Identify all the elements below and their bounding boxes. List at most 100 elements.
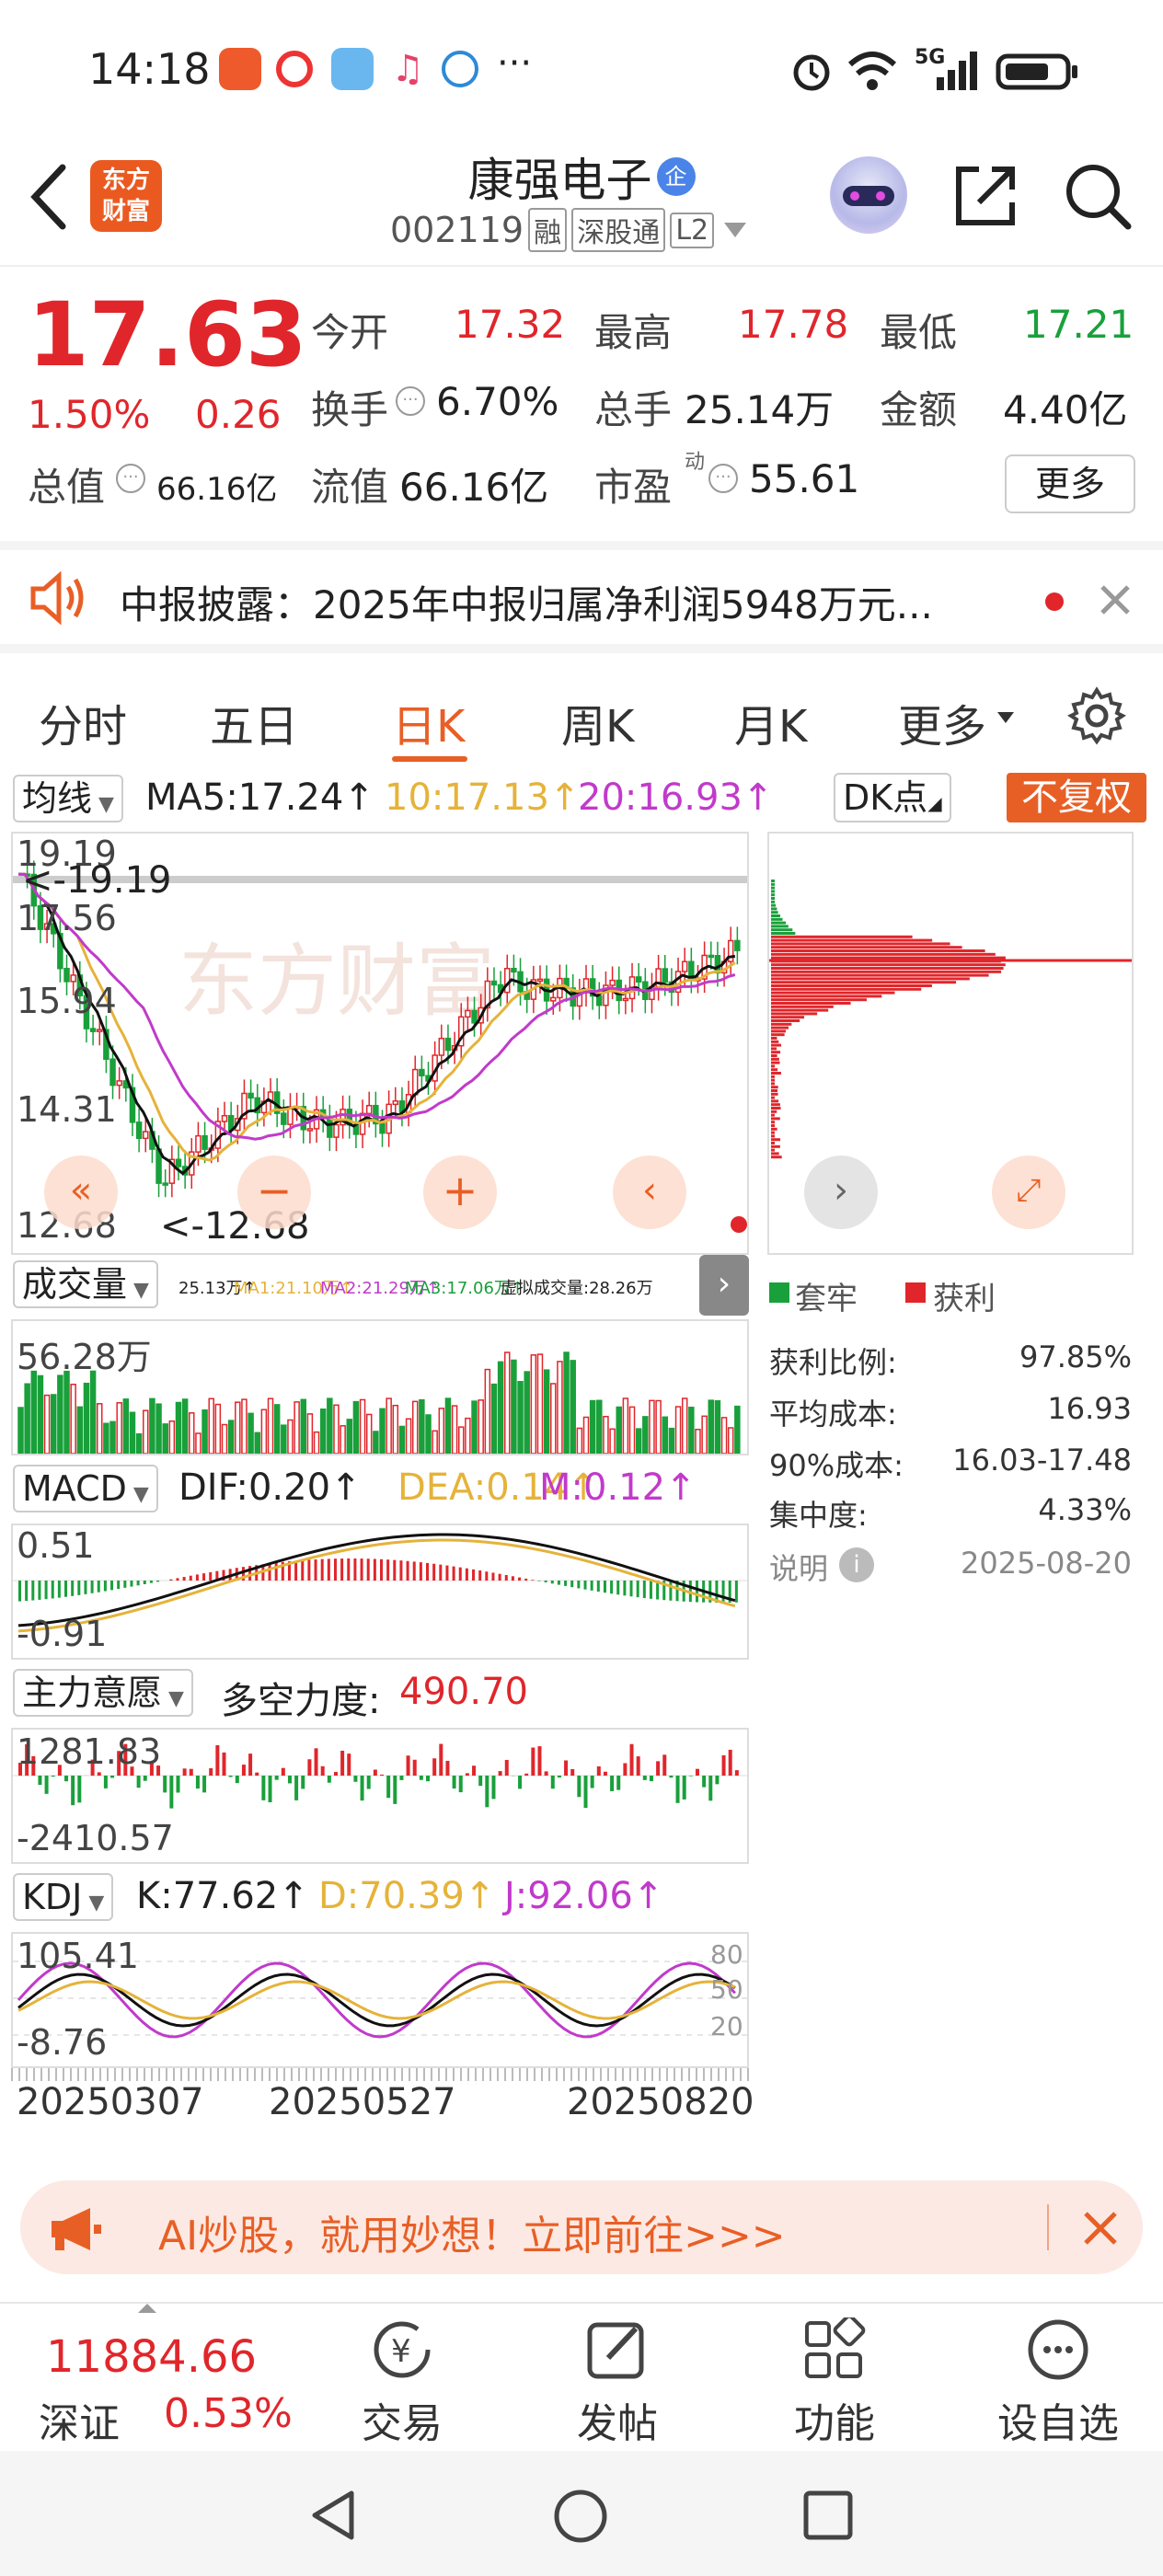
tab-monthly-k[interactable]: 月K bbox=[734, 690, 807, 754]
adjustment-button[interactable]: 不复权 bbox=[1007, 773, 1146, 822]
chip-bar bbox=[771, 1075, 775, 1078]
ai-assistant-avatar[interactable] bbox=[830, 156, 907, 234]
note-label[interactable]: 说明 bbox=[769, 1546, 828, 1588]
trapped-legend-swatch bbox=[769, 1282, 789, 1303]
dropdown-icon[interactable] bbox=[724, 223, 746, 237]
volume-bar bbox=[315, 1432, 319, 1454]
main-force-bar bbox=[340, 1751, 344, 1776]
amount-label: 金额 bbox=[880, 379, 957, 435]
message-notification-icon bbox=[276, 51, 313, 87]
scroll-left-button[interactable]: ‹ bbox=[613, 1156, 686, 1229]
expand-icon[interactable]: ⤢ bbox=[992, 1156, 1065, 1229]
main-force-chart[interactable]: 1281.83 -2410.57 bbox=[11, 1728, 749, 1864]
chip-bar bbox=[771, 1128, 777, 1131]
info-icon[interactable]: ··· bbox=[116, 464, 145, 493]
index-quote[interactable]: 11884.66 深证 0.53% bbox=[9, 2313, 313, 2442]
profit-ratio-label: 获利比例: bbox=[769, 1340, 897, 1382]
chip-bar bbox=[771, 918, 783, 921]
dk-point-button[interactable]: DK点◢ bbox=[834, 773, 951, 822]
volume-bar bbox=[637, 1429, 641, 1454]
volume-bar bbox=[58, 1375, 63, 1454]
chip-bar bbox=[771, 1023, 791, 1026]
main-force-bar bbox=[505, 1760, 509, 1776]
settings-gear-icon[interactable] bbox=[1067, 686, 1126, 745]
macd-histogram-bar bbox=[485, 1571, 488, 1581]
home-circle-icon[interactable] bbox=[552, 2488, 609, 2545]
chip-bar bbox=[771, 1072, 781, 1075]
kline-chart[interactable]: 东方财富 19.19 17.56 15.94 14.31 12.68 <-19.… bbox=[11, 832, 749, 1255]
zoom-in-button[interactable]: + bbox=[423, 1156, 497, 1229]
main-force-bar bbox=[248, 1754, 252, 1776]
tab-intraday[interactable]: 分时 bbox=[39, 690, 127, 754]
info-icon[interactable]: ··· bbox=[708, 464, 738, 493]
chip-bar bbox=[771, 998, 867, 1001]
recents-square-icon[interactable] bbox=[802, 2490, 854, 2541]
more-button[interactable]: 更多 bbox=[1005, 454, 1135, 513]
main-force-bar bbox=[643, 1776, 647, 1780]
main-force-selector[interactable]: 主力意愿 ▼ bbox=[13, 1669, 193, 1717]
zoom-out-button[interactable]: − bbox=[237, 1156, 311, 1229]
tab-five-day[interactable]: 五日 bbox=[210, 690, 298, 754]
candle-body bbox=[196, 1136, 201, 1152]
tab-weekly-k[interactable]: 周K bbox=[561, 690, 634, 754]
volume-bar bbox=[643, 1417, 648, 1454]
candle-body bbox=[98, 1029, 102, 1031]
nav-trade[interactable]: ¥ 交易 bbox=[333, 2315, 471, 2449]
expand-panel-button[interactable]: › bbox=[699, 1255, 749, 1316]
main-force-bar bbox=[616, 1776, 620, 1790]
volume-selector[interactable]: 成交量 ▼ bbox=[13, 1260, 158, 1308]
back-triangle-icon[interactable] bbox=[307, 2488, 359, 2543]
volume-bar bbox=[248, 1413, 253, 1454]
main-force-bar bbox=[545, 1771, 548, 1776]
scroll-left-fast-button[interactable]: « bbox=[44, 1156, 118, 1229]
chip-distribution-chart[interactable]: › ⤢ bbox=[767, 832, 1134, 1255]
macd-selector[interactable]: MACD ▼ bbox=[13, 1465, 158, 1512]
nav-watchlist[interactable]: 设自选 bbox=[985, 2315, 1132, 2449]
collapse-arrow-icon[interactable] bbox=[138, 2304, 156, 2313]
chip-bar bbox=[771, 1054, 777, 1057]
close-icon[interactable] bbox=[1080, 2208, 1121, 2248]
volume-bar bbox=[183, 1399, 188, 1454]
kdj-chart[interactable]: 105.41 -8.76 80 50 20 bbox=[11, 1932, 749, 2068]
main-force-bar bbox=[676, 1776, 680, 1803]
volume-bar bbox=[623, 1398, 628, 1454]
kdj-selector[interactable]: KDJ ▼ bbox=[13, 1873, 113, 1921]
main-force-bar bbox=[98, 1772, 101, 1776]
main-force-bar bbox=[591, 1776, 594, 1788]
search-icon[interactable] bbox=[1062, 160, 1135, 234]
main-force-bar bbox=[137, 1776, 141, 1788]
nav-post[interactable]: 发帖 bbox=[548, 2315, 686, 2449]
main-force-bar bbox=[367, 1776, 371, 1789]
macd-y-top: 0.51 bbox=[17, 1525, 95, 1566]
candle-body bbox=[708, 955, 713, 957]
share-icon[interactable] bbox=[951, 160, 1021, 230]
candle-body bbox=[472, 1010, 477, 1022]
info-icon[interactable]: ··· bbox=[396, 386, 425, 416]
bottom-nav: 11884.66 深证 0.53% ¥ 交易 发帖 功能 设自选 bbox=[0, 2302, 1163, 2449]
volume-bar bbox=[380, 1409, 385, 1454]
volume-chart[interactable]: 56.28万 bbox=[11, 1319, 749, 1455]
latest-dot bbox=[731, 1216, 747, 1233]
wifi-icon bbox=[846, 48, 898, 92]
chip-bar bbox=[771, 883, 775, 886]
info-icon[interactable]: i bbox=[839, 1547, 874, 1582]
macd-histogram-bar bbox=[71, 1581, 74, 1596]
y-label-4: 14.31 bbox=[17, 1089, 117, 1130]
notice-bar[interactable]: 中报披露：2025年中报归属净利润5948万元... bbox=[0, 541, 1163, 644]
open-value: 17.32 bbox=[455, 302, 565, 347]
ma-selector[interactable]: 均线 ▼ bbox=[13, 775, 123, 822]
chip-next-button[interactable]: › bbox=[804, 1156, 878, 1229]
volume-bar bbox=[420, 1400, 424, 1454]
close-icon[interactable] bbox=[1097, 581, 1134, 618]
tab-daily-k[interactable]: 日K bbox=[392, 690, 465, 754]
main-force-bar bbox=[722, 1755, 726, 1776]
tab-more[interactable]: 更多 bbox=[898, 690, 986, 754]
index-name: 深证 bbox=[39, 2390, 120, 2449]
macd-histogram-bar bbox=[650, 1581, 652, 1599]
macd-chart[interactable]: 0.51 -0.91 bbox=[11, 1524, 749, 1660]
nav-functions[interactable]: 功能 bbox=[766, 2315, 904, 2449]
ai-banner[interactable]: AI炒股，就用妙想！立即前往>>> bbox=[20, 2180, 1143, 2274]
chip-bar bbox=[771, 1132, 775, 1134]
chip-bar bbox=[771, 932, 795, 935]
volume-value: 25.14万 bbox=[685, 379, 834, 435]
